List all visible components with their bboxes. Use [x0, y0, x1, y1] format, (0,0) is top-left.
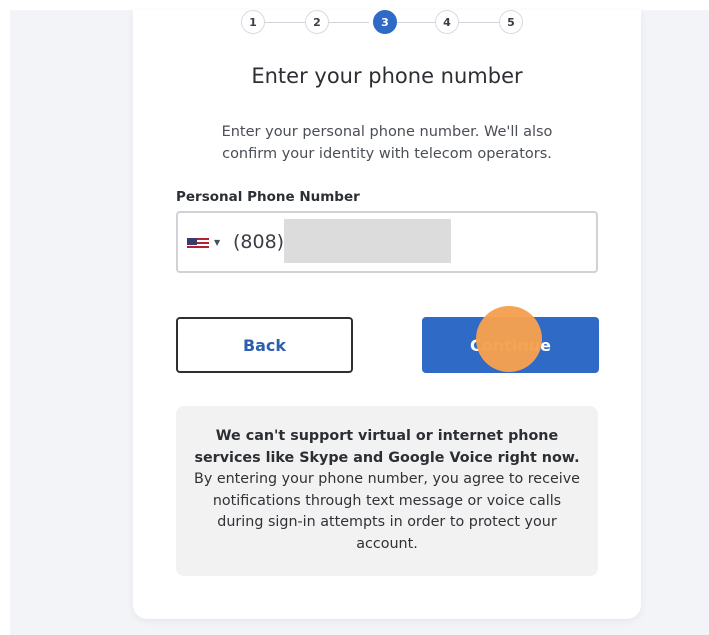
step-3-active: 3 [373, 10, 397, 34]
step-4: 4 [435, 10, 459, 34]
page-subtitle: Enter your personal phone number. We'll … [221, 124, 553, 162]
phone-number-field[interactable]: ▼ (808) [176, 211, 598, 273]
step-connector [459, 22, 499, 23]
step-connector [265, 22, 305, 23]
phone-field-label: Personal Phone Number [176, 189, 360, 205]
notice-consent: By entering your phone number, you agree… [194, 471, 580, 552]
phone-number-value: (808) [233, 231, 285, 253]
step-1: 1 [241, 10, 265, 34]
phone-verification-card: 1 2 3 4 5 Enter your phone number Enter … [133, 10, 641, 619]
redacted-region [284, 219, 451, 263]
stepper: 1 2 3 4 5 [241, 10, 531, 36]
back-button[interactable]: Back [176, 317, 353, 373]
click-highlight [476, 306, 542, 372]
notice-warning: We can't support virtual or internet pho… [194, 428, 580, 466]
step-2: 2 [305, 10, 329, 34]
notice-box: We can't support virtual or internet pho… [176, 406, 598, 576]
step-connector [397, 22, 437, 23]
step-connector [329, 22, 369, 23]
page-title: Enter your phone number [251, 64, 523, 88]
chevron-down-icon: ▼ [214, 238, 221, 247]
us-flag-icon [187, 238, 209, 250]
page-background: 1 2 3 4 5 Enter your phone number Enter … [10, 10, 709, 635]
step-5: 5 [499, 10, 523, 34]
